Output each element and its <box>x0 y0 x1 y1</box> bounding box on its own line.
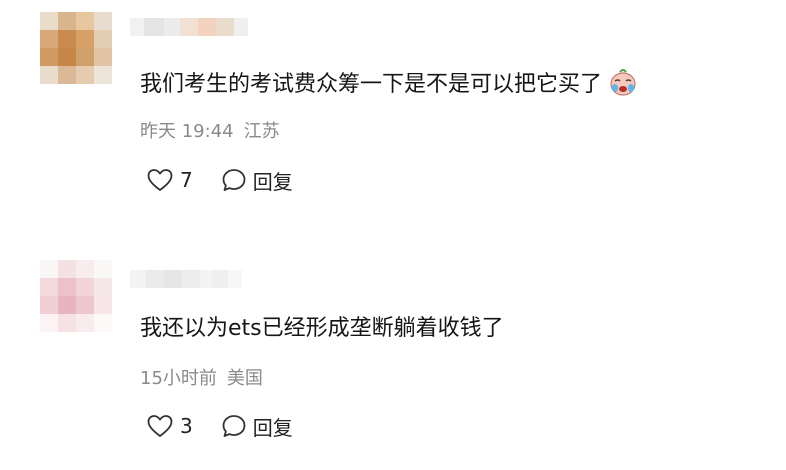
comment-item: 我还以为ets已经形成垄断躺着收钱了 15小时前 美国 3 回复 <box>0 244 786 470</box>
comment-text: 我还以为ets已经形成垄断躺着收钱了 <box>140 316 504 341</box>
comment-meta: 昨天 19:44 江苏 <box>140 120 280 144</box>
comment-bubble-icon <box>222 415 246 437</box>
timestamp: 昨天 19:44 <box>140 121 234 142</box>
reply-button[interactable]: 回复 <box>221 412 293 441</box>
reply-button[interactable]: 回复 <box>221 166 293 195</box>
comment-meta: 15小时前 美国 <box>140 367 263 391</box>
avatar[interactable] <box>40 12 112 84</box>
like-count: 7 <box>180 168 193 192</box>
heart-icon <box>147 415 173 437</box>
like-count: 3 <box>180 414 193 438</box>
reply-label: 回复 <box>252 415 293 440</box>
timestamp: 15小时前 <box>140 368 217 389</box>
avatar[interactable] <box>40 260 112 332</box>
heart-icon <box>147 169 173 191</box>
reply-label: 回复 <box>252 169 293 194</box>
like-button[interactable]: 7 <box>146 167 193 193</box>
crying-face-emoji <box>610 69 636 96</box>
comment-actions: 3 回复 <box>146 411 293 441</box>
like-button[interactable]: 3 <box>146 413 193 439</box>
location: 江苏 <box>243 121 280 142</box>
username-blurred[interactable] <box>130 258 242 288</box>
comment-text: 我们考生的考试费众筹一下是不是可以把它买了 <box>140 67 638 100</box>
username-blurred[interactable] <box>130 6 248 36</box>
comment-item: 我们考生的考试费众筹一下是不是可以把它买了 昨天 19:44 江苏 7 回复 <box>0 0 786 226</box>
comment-actions: 7 回复 <box>146 165 293 195</box>
location: 美国 <box>226 368 263 389</box>
comment-bubble-icon <box>222 169 246 191</box>
